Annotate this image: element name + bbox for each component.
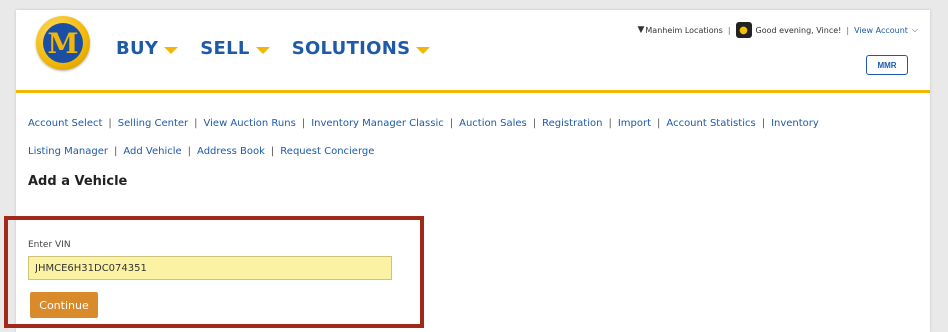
page-title: Add a Vehicle — [28, 174, 128, 189]
link-inventory[interactable]: Inventory — [771, 118, 819, 129]
divider: | — [532, 118, 537, 129]
location-pin-icon: ▼ — [637, 25, 645, 35]
divider: | — [194, 118, 198, 129]
view-account-link[interactable]: View Account — [854, 26, 908, 35]
chevron-down-icon — [255, 46, 270, 54]
locations-link[interactable]: Manheim Locations — [645, 26, 722, 35]
nav-buy-label: BUY — [116, 38, 159, 59]
link-view-auction-runs[interactable]: View Auction Runs — [204, 118, 296, 129]
logo-letter: M — [43, 23, 83, 63]
divider: | — [846, 25, 850, 35]
link-selling-center[interactable]: Selling Center — [118, 118, 188, 129]
main-nav: BUY SELL SOLUTIONS — [116, 38, 452, 59]
header-divider — [16, 90, 930, 93]
link-request-concierge[interactable]: Request Concierge — [280, 146, 374, 157]
divider: | — [761, 118, 766, 129]
nav-solutions-label: SOLUTIONS — [291, 38, 411, 59]
divider: | — [301, 118, 306, 129]
nav-buy[interactable]: BUY — [116, 38, 179, 59]
link-inventory-manager-classic[interactable]: Inventory Manager Classic — [311, 118, 444, 129]
link-listing-manager[interactable]: Listing Manager — [28, 146, 108, 157]
greeting-text: Good evening, Vince! — [755, 25, 842, 35]
divider: | — [727, 25, 731, 35]
divider: | — [113, 146, 118, 157]
divider: | — [270, 146, 275, 157]
nav-solutions[interactable]: SOLUTIONS — [292, 38, 431, 59]
divider: | — [108, 118, 112, 129]
manheim-logo[interactable]: M — [36, 16, 90, 70]
account-links: Account Select | Selling Center | View Aucti… — [28, 110, 908, 166]
chevron-down-icon — [164, 46, 179, 54]
highlight-annotation — [4, 216, 424, 328]
divider: | — [449, 118, 454, 129]
chevron-down-icon — [416, 46, 431, 54]
nav-sell[interactable]: SELL — [200, 38, 270, 59]
top-utility-bar: ▼ Manheim Locations | ● Good evening, Vi… — [637, 22, 918, 38]
link-account-select[interactable]: Account Select — [28, 118, 102, 129]
divider: | — [657, 118, 661, 129]
nav-sell-label: SELL — [200, 38, 250, 59]
link-auction-sales[interactable]: Auction Sales — [459, 118, 527, 129]
link-add-vehicle[interactable]: Add Vehicle — [123, 146, 181, 157]
link-registration[interactable]: Registration — [542, 118, 602, 129]
divider: | — [187, 146, 192, 157]
mmr-button[interactable]: MMR — [866, 55, 908, 75]
user-icon: ● — [735, 22, 752, 38]
chevron-down-icon[interactable]: ⌵ — [912, 25, 918, 35]
link-address-book[interactable]: Address Book — [197, 146, 265, 157]
divider: | — [608, 118, 612, 129]
link-account-statistics[interactable]: Account Statistics — [666, 118, 755, 129]
header: M BUY SELL SOLUTIONS ▼ Manheim Locations… — [16, 10, 930, 88]
link-import[interactable]: Import — [618, 118, 651, 129]
